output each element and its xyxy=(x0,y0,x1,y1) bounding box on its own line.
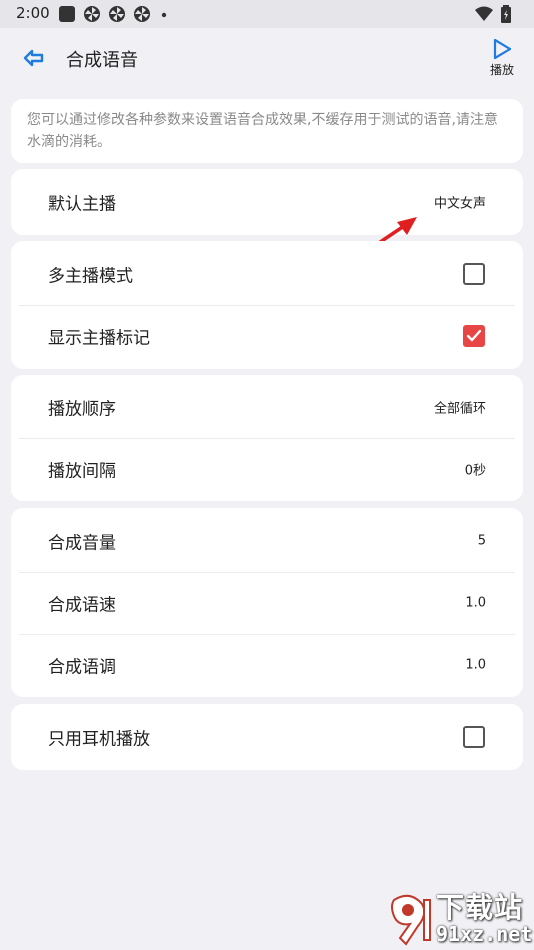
show-anchor-mark-row[interactable]: 显示主播标记 xyxy=(11,305,523,367)
synthesis-card: 合成音量 5 合成语速 1.0 合成语调 1.0 xyxy=(11,508,523,697)
headphone-only-checkbox[interactable] xyxy=(463,726,485,748)
description-card: 您可以通过修改各种参数来设置语音合成效果,不缓存用于测试的语音,请注意水滴的消耗… xyxy=(11,99,523,163)
status-time: 2:00 xyxy=(16,4,50,22)
headphone-only-row[interactable]: 只用耳机播放 xyxy=(11,706,523,768)
play-interval-value: 0秒 xyxy=(464,463,486,479)
speed-value: 1.0 xyxy=(465,595,486,611)
show-anchor-mark-checkbox[interactable] xyxy=(463,325,485,347)
show-anchor-mark-label: 显示主播标记 xyxy=(48,328,150,349)
pitch-row[interactable]: 合成语调 1.0 xyxy=(11,634,523,696)
back-arrow-icon xyxy=(23,49,44,67)
description-text: 您可以通过修改各种参数来设置语音合成效果,不缓存用于测试的语音,请注意水滴的消耗… xyxy=(27,112,498,150)
watermark: 下载站 91xz.net xyxy=(388,886,534,950)
play-order-label: 播放顺序 xyxy=(48,399,116,420)
play-button[interactable]: 播放 xyxy=(484,38,520,82)
app-notification-icon xyxy=(59,6,75,22)
speed-row[interactable]: 合成语速 1.0 xyxy=(11,572,523,634)
checkmark-icon xyxy=(466,329,482,342)
volume-label: 合成音量 xyxy=(48,533,116,554)
status-bar: 2:00 xyxy=(0,0,534,28)
default-anchor-row[interactable]: 默认主播 中文女声 xyxy=(11,171,523,233)
back-button[interactable] xyxy=(14,43,50,73)
multi-anchor-mode-row[interactable]: 多主播模式 xyxy=(11,243,523,305)
play-interval-row[interactable]: 播放间隔 0秒 xyxy=(11,438,523,500)
multi-anchor-mode-checkbox[interactable] xyxy=(463,263,485,285)
multi-anchor-mode-label: 多主播模式 xyxy=(48,266,133,287)
default-anchor-value: 中文女声 xyxy=(433,196,486,212)
pitch-label: 合成语调 xyxy=(48,657,116,678)
page-title: 合成语音 xyxy=(66,50,138,71)
anchor-mode-card: 多主播模式 显示主播标记 xyxy=(11,241,523,369)
playback-card: 播放顺序 全部循环 播放间隔 0秒 xyxy=(11,375,523,501)
headphone-only-label: 只用耳机播放 xyxy=(48,729,150,750)
volume-row[interactable]: 合成音量 5 xyxy=(11,510,523,572)
play-order-value: 全部循环 xyxy=(433,401,486,417)
battery-icon xyxy=(501,5,511,23)
pinwheel-icon xyxy=(84,6,100,22)
headphone-card: 只用耳机播放 xyxy=(11,704,523,770)
volume-value: 5 xyxy=(477,533,486,549)
play-icon xyxy=(493,38,512,60)
pinwheel-icon xyxy=(134,6,150,22)
watermark-title: 下载站 xyxy=(436,891,524,924)
speed-label: 合成语速 xyxy=(48,595,116,616)
app-bar: 合成语音 播放 xyxy=(0,28,534,88)
watermark-url: 91xz.net xyxy=(436,922,533,946)
default-anchor-label: 默认主播 xyxy=(48,194,116,215)
watermark-logo-icon xyxy=(391,894,431,946)
wifi-icon xyxy=(475,6,493,21)
play-order-row[interactable]: 播放顺序 全部循环 xyxy=(11,376,523,438)
dot-icon xyxy=(161,12,167,18)
pinwheel-icon xyxy=(109,6,125,22)
status-system-icons xyxy=(474,5,518,23)
pitch-value: 1.0 xyxy=(465,657,486,673)
anchor-card: 默认主播 中文女声 xyxy=(11,169,523,235)
play-interval-label: 播放间隔 xyxy=(48,461,116,482)
play-label: 播放 xyxy=(489,63,514,77)
